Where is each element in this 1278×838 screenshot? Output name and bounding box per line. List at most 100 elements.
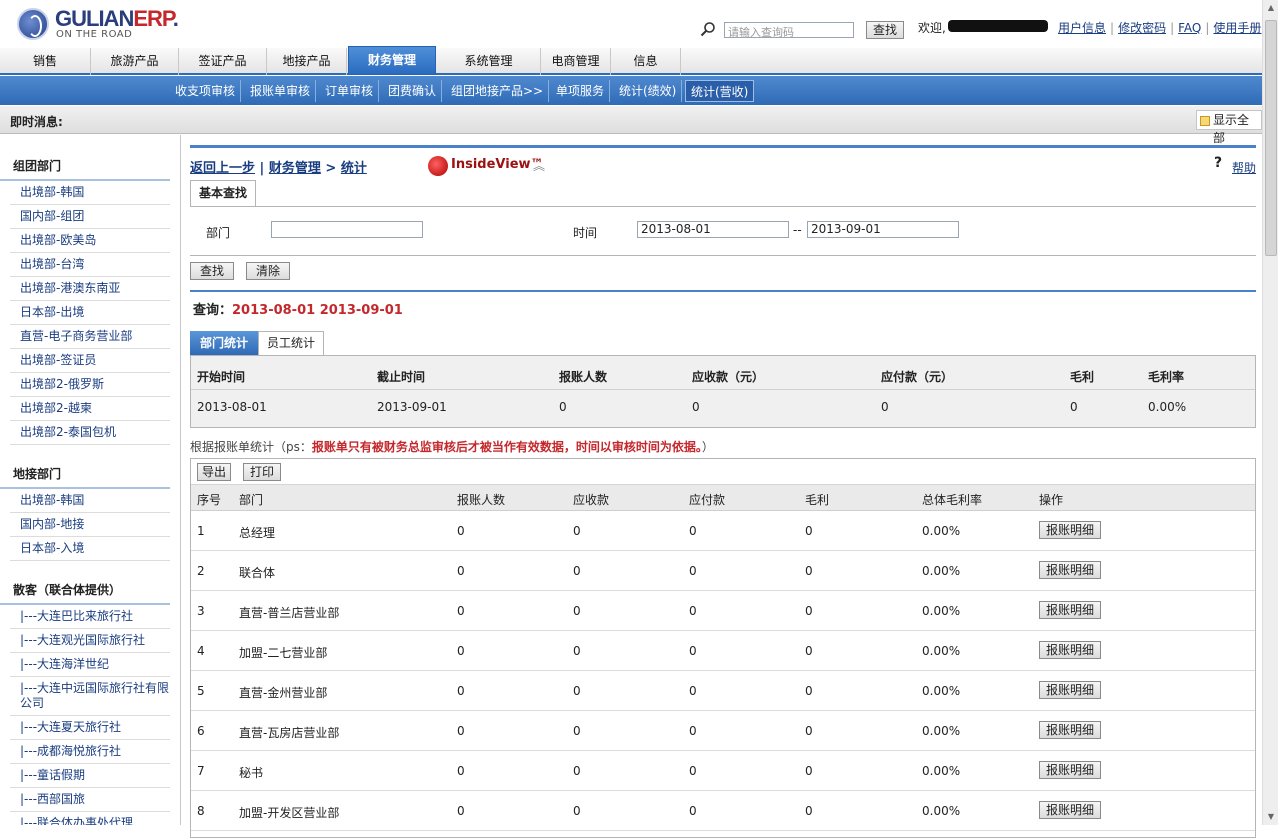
report-detail-button[interactable]: 报账明细: [1039, 801, 1101, 819]
sidebar-item[interactable]: |---联合体办事处代理: [10, 812, 170, 825]
sidebar-item[interactable]: 出境部-签证员: [10, 349, 170, 373]
column-header: 应收款: [573, 493, 610, 507]
table-cell: 联合体: [239, 566, 276, 580]
report-detail-button[interactable]: 报账明细: [1039, 721, 1101, 739]
table-cell: 加盟-开发区营业部: [239, 806, 340, 820]
show-all-button[interactable]: 显示全部: [1196, 110, 1262, 145]
insideview-logo-icon[interactable]: [428, 156, 448, 176]
page-scrollbar[interactable]: ▲ ▼: [1262, 0, 1278, 825]
chevron-up-icon[interactable]: ︽: [533, 157, 545, 174]
table-cell: 0.00%: [922, 724, 961, 738]
sidebar-item[interactable]: 国内部-地接: [10, 513, 170, 537]
back-link[interactable]: 返回上一步: [190, 161, 255, 176]
nav-visa-products[interactable]: 签证产品: [179, 48, 267, 75]
help-link[interactable]: 帮助: [1232, 159, 1256, 176]
subnav-fee-confirm[interactable]: 团费确认: [383, 80, 443, 102]
breadcrumb-finance-link[interactable]: 财务管理: [269, 161, 321, 176]
report-detail-button[interactable]: 报账明细: [1039, 561, 1101, 579]
sidebar-item[interactable]: 国内部-组团: [10, 205, 170, 229]
sidebar-item[interactable]: 出境部-台湾: [10, 253, 170, 277]
sidebar-item[interactable]: |---大连海洋世纪: [10, 653, 170, 677]
subnav-stats-revenue[interactable]: 统计(营收): [685, 80, 755, 102]
table-cell: 0: [573, 644, 581, 658]
nav-ecommerce[interactable]: 电商管理: [541, 48, 611, 75]
sidebar-item[interactable]: 直营-电子商务营业部: [10, 325, 170, 349]
report-detail-button[interactable]: 报账明细: [1039, 601, 1101, 619]
insideview-label[interactable]: InsideView™: [451, 157, 544, 172]
report-detail-button[interactable]: 报账明细: [1039, 521, 1101, 539]
table-row: 8 加盟-开发区营业部 0 0 0 0 0.00% 报账明细: [191, 791, 1255, 831]
tab-department-stats[interactable]: 部门统计: [190, 331, 259, 355]
sidebar-item[interactable]: 日本部-入境: [10, 537, 170, 561]
nav-ground-products[interactable]: 地接产品: [267, 48, 347, 75]
summary-header: 毛利率: [1148, 370, 1185, 384]
sidebar-item[interactable]: |---大连夏天旅行社: [10, 716, 170, 740]
sidebar-item[interactable]: |---西部国旅: [10, 788, 170, 812]
tab-basic-search[interactable]: 基本查找: [190, 180, 257, 206]
clear-button[interactable]: 清除: [246, 262, 290, 280]
table-cell: 0: [689, 524, 697, 538]
date-from-input[interactable]: 2013-08-01: [637, 221, 789, 238]
print-button[interactable]: 打印: [243, 463, 281, 481]
sidebar-item[interactable]: |---童话假期: [10, 764, 170, 788]
search-button[interactable]: 查找: [866, 21, 904, 39]
report-detail-button[interactable]: 报账明细: [1039, 641, 1101, 659]
scroll-down-arrow-icon[interactable]: ▼: [1263, 809, 1278, 825]
table-cell: 4: [197, 644, 205, 658]
change-password-link[interactable]: 修改密码: [1118, 21, 1166, 35]
subnav-report-audit[interactable]: 报账单审核: [245, 80, 317, 102]
subnav-stats-performance[interactable]: 统计(绩效): [614, 80, 683, 102]
nav-info[interactable]: 信息: [611, 48, 681, 75]
table-cell: 0: [573, 684, 581, 698]
sidebar-item[interactable]: 出境部-欧美岛: [10, 229, 170, 253]
faq-link[interactable]: FAQ: [1178, 21, 1201, 35]
table-cell: 6: [197, 724, 205, 738]
sidebar-group-title: 散客（联合体提供）: [0, 581, 170, 605]
search-input[interactable]: 请输入查询码: [724, 22, 854, 39]
date-to-input[interactable]: 2013-09-01: [807, 221, 959, 238]
sidebar-item[interactable]: |---成都海悦旅行社: [10, 740, 170, 764]
sidebar-item[interactable]: |---大连观光国际旅行社: [10, 629, 170, 653]
summary-header: 报账人数: [559, 370, 608, 384]
table-cell: 2: [197, 564, 205, 578]
department-label: 部门: [206, 226, 231, 240]
table-cell: 总经理: [239, 526, 276, 540]
sidebar-item[interactable]: 出境部-韩国: [10, 181, 170, 205]
sidebar-item[interactable]: 出境部-港澳东南亚: [10, 277, 170, 301]
date-separator: --: [793, 223, 802, 237]
subnav-income-audit[interactable]: 收支项审核: [170, 80, 242, 102]
department-input[interactable]: [271, 221, 423, 238]
table-cell: 直营-金州营业部: [239, 686, 328, 700]
table-cell: 0: [457, 564, 465, 578]
divider: [190, 290, 1256, 292]
nav-sales[interactable]: 销售: [0, 48, 91, 75]
nav-finance[interactable]: 财务管理: [348, 46, 436, 75]
nav-system[interactable]: 系统管理: [437, 48, 541, 75]
tab-staff-stats[interactable]: 员工统计: [258, 331, 325, 355]
breadcrumb-current[interactable]: 统计: [341, 161, 367, 176]
search-submit-button[interactable]: 查找: [190, 262, 234, 280]
manual-link[interactable]: 使用手册: [1213, 21, 1261, 35]
scroll-up-arrow-icon[interactable]: ▲: [1263, 0, 1278, 16]
sidebar-item[interactable]: 出境部-韩国: [10, 489, 170, 513]
subnav-order-audit[interactable]: 订单审核: [320, 80, 380, 102]
summary-value: 0: [1070, 400, 1078, 414]
sidebar-item[interactable]: 出境部2-俄罗斯: [10, 373, 170, 397]
username-redacted: [948, 20, 1048, 32]
subnav-single-service[interactable]: 单项服务: [551, 80, 611, 102]
sidebar-item[interactable]: 出境部2-泰国包机: [10, 421, 170, 445]
sidebar-item[interactable]: 日本部-出境: [10, 301, 170, 325]
nav-travel-products[interactable]: 旅游产品: [91, 48, 179, 75]
divider: [190, 145, 1256, 148]
user-info-link[interactable]: 用户信息: [1058, 21, 1106, 35]
report-detail-button[interactable]: 报账明细: [1039, 681, 1101, 699]
report-detail-button[interactable]: 报账明细: [1039, 761, 1101, 779]
sidebar-item[interactable]: |---大连中远国际旅行社有限公司: [10, 677, 170, 716]
sidebar-item[interactable]: 出境部2-越柬: [10, 397, 170, 421]
notice-bar: 即时消息: 显示全部: [0, 106, 1262, 145]
sidebar-item[interactable]: |---大连巴比来旅行社: [10, 605, 170, 629]
detail-toolbar: 导出 打印: [191, 459, 1255, 485]
scroll-thumb[interactable]: [1265, 20, 1277, 256]
subnav-group-products[interactable]: 组团地接产品>>: [446, 80, 550, 102]
export-button[interactable]: 导出: [197, 463, 231, 481]
